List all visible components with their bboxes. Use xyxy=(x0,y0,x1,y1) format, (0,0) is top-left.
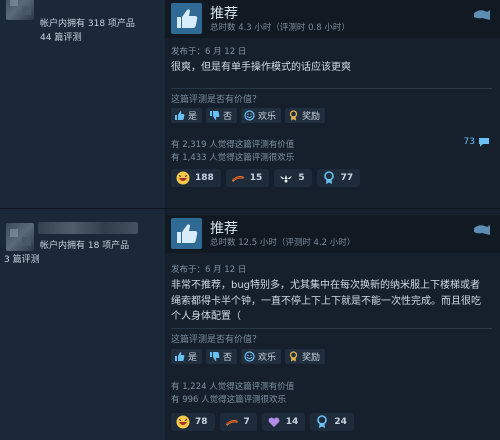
vote-funny-label: 欢乐 xyxy=(258,353,277,363)
helpful-count: 有 2,319 人觉得这篇评测有价值 xyxy=(171,140,295,150)
review-hours: 总时数 12.5 小时（评测时 4.2 小时） xyxy=(210,238,356,248)
award-count: 188 xyxy=(195,173,214,183)
awards-list: 78 7 14 24 xyxy=(171,413,354,431)
review-card: 帐户内拥有 18 项产品 3 篇评测 推荐 总时数 12.5 小时（评测时 4.… xyxy=(0,209,500,440)
award-count: 5 xyxy=(298,173,305,183)
winged-icon xyxy=(280,175,293,183)
award-badge[interactable]: 78 xyxy=(171,413,215,431)
reviewer-products-owned[interactable]: 帐户内拥有 318 项产品 xyxy=(40,16,135,29)
divider xyxy=(171,88,492,89)
award-label: 奖励 xyxy=(302,112,321,122)
vote-funny-button[interactable]: 欢乐 xyxy=(241,108,282,123)
vote-yes-button[interactable]: 是 xyxy=(171,349,203,364)
vote-buttons: 是 否 欢乐 奖励 xyxy=(171,349,326,364)
reviewer-avatar[interactable] xyxy=(6,223,34,251)
award-ribbon-icon xyxy=(289,110,298,121)
vote-buttons: 是 否 欢乐 奖励 xyxy=(171,108,326,123)
review-text: 很爽，但是有单手操作模式的话应该更爽 xyxy=(171,62,351,73)
review-content: 推荐 总时数 12.5 小时（评测时 4.2 小时） 发布于：6 月 12 日 … xyxy=(165,209,500,440)
vote-funny-button[interactable]: 欢乐 xyxy=(241,349,282,364)
award-badge[interactable]: 188 xyxy=(171,169,221,187)
reviewer-name-blurred[interactable] xyxy=(38,222,138,234)
award-count: 78 xyxy=(195,417,208,427)
award-count: 7 xyxy=(243,417,250,427)
helpful-count: 有 1,224 人觉得这篇评测有价值 xyxy=(171,382,295,392)
vote-yes-button[interactable]: 是 xyxy=(171,108,203,123)
award-badge[interactable]: 7 xyxy=(219,413,257,431)
award-button[interactable]: 奖励 xyxy=(285,108,326,123)
thumbs-up-icon xyxy=(171,218,202,249)
smiley-icon xyxy=(244,110,255,121)
thumbs-up-icon xyxy=(171,3,202,34)
review-header[interactable]: 推荐 总时数 12.5 小时（评测时 4.2 小时） xyxy=(165,215,500,253)
reviewer-avatar[interactable] xyxy=(6,0,34,20)
steam-icon xyxy=(474,225,490,235)
helpful-prompt: 这篇评测是否有价值？ xyxy=(171,335,262,345)
comments-link[interactable]: 73 xyxy=(464,137,490,147)
divider xyxy=(171,328,492,329)
hot-dog-icon xyxy=(231,176,244,182)
review-date: 发布于：6 月 12 日 xyxy=(171,47,247,57)
thumbs-down-icon xyxy=(210,111,220,120)
vote-yes-label: 是 xyxy=(188,353,198,363)
review-header[interactable]: 推荐 总时数 4.3 小时（评测时 0.8 小时） xyxy=(165,0,500,38)
reviewer-review-count[interactable]: 3 篇评测 xyxy=(4,252,40,265)
heart-hands-icon xyxy=(268,417,280,427)
vote-funny-label: 欢乐 xyxy=(258,112,277,122)
award-badge[interactable]: 14 xyxy=(261,413,306,431)
award-label: 奖励 xyxy=(302,353,321,363)
award-count: 77 xyxy=(340,173,354,183)
review-verdict: 推荐 xyxy=(210,6,238,22)
award-ribbon-icon xyxy=(289,351,298,362)
vote-no-button[interactable]: 否 xyxy=(206,108,238,123)
review-hours: 总时数 4.3 小时（评测时 0.8 小时） xyxy=(210,23,350,33)
hot-dog-icon xyxy=(225,420,238,426)
funny-count: 有 1,433 人觉得这篇评测很欢乐 xyxy=(171,153,295,163)
awards-list: 188 15 5 77 xyxy=(171,169,361,187)
review-text: 非常不推荐，bug特别多，尤其集中在每次换新的纳米服上下楼梯或者绳索都得卡半个钟… xyxy=(171,280,481,322)
thumbs-up-icon xyxy=(175,111,185,120)
vote-yes-label: 是 xyxy=(188,112,198,122)
award-count: 24 xyxy=(334,417,347,427)
steam-icon xyxy=(474,10,490,20)
reviewer-products-owned[interactable]: 帐户内拥有 18 项产品 xyxy=(40,238,129,251)
award-button[interactable]: 奖励 xyxy=(285,349,326,364)
medal-icon xyxy=(323,171,334,184)
laughing-face-icon xyxy=(176,415,190,429)
award-count: 15 xyxy=(249,173,263,183)
comments-count: 73 xyxy=(463,137,475,147)
review-date: 发布于：6 月 12 日 xyxy=(171,265,247,275)
reviewer-panel: 帐户内拥有 318 项产品 44 篇评测 xyxy=(0,0,165,209)
award-badge[interactable]: 77 xyxy=(316,169,361,187)
laughing-face-icon xyxy=(176,171,190,185)
funny-count: 有 996 人觉得这篇评测很欢乐 xyxy=(171,395,287,405)
award-badge[interactable]: 24 xyxy=(310,413,354,431)
review-card: 帐户内拥有 318 项产品 44 篇评测 推荐 总时数 4.3 小时（评测时 0… xyxy=(0,0,500,209)
award-count: 14 xyxy=(285,417,299,427)
review-verdict: 推荐 xyxy=(210,221,238,237)
vote-no-label: 否 xyxy=(223,112,233,122)
vote-no-label: 否 xyxy=(223,353,233,363)
review-content: 推荐 总时数 4.3 小时（评测时 0.8 小时） 发布于：6 月 12 日 很… xyxy=(165,0,500,209)
helpful-prompt: 这篇评测是否有价值？ xyxy=(171,95,262,105)
award-badge[interactable]: 15 xyxy=(225,169,270,187)
comment-bubble-icon xyxy=(479,138,489,147)
medal-icon xyxy=(317,415,328,428)
thumbs-down-icon xyxy=(210,352,220,361)
thumbs-up-icon xyxy=(175,352,185,361)
reviewer-review-count[interactable]: 44 篇评测 xyxy=(40,30,81,43)
smiley-icon xyxy=(244,351,255,362)
vote-no-button[interactable]: 否 xyxy=(206,349,238,364)
award-badge[interactable]: 5 xyxy=(274,169,312,187)
reviewer-panel: 帐户内拥有 18 项产品 3 篇评测 xyxy=(0,209,165,440)
